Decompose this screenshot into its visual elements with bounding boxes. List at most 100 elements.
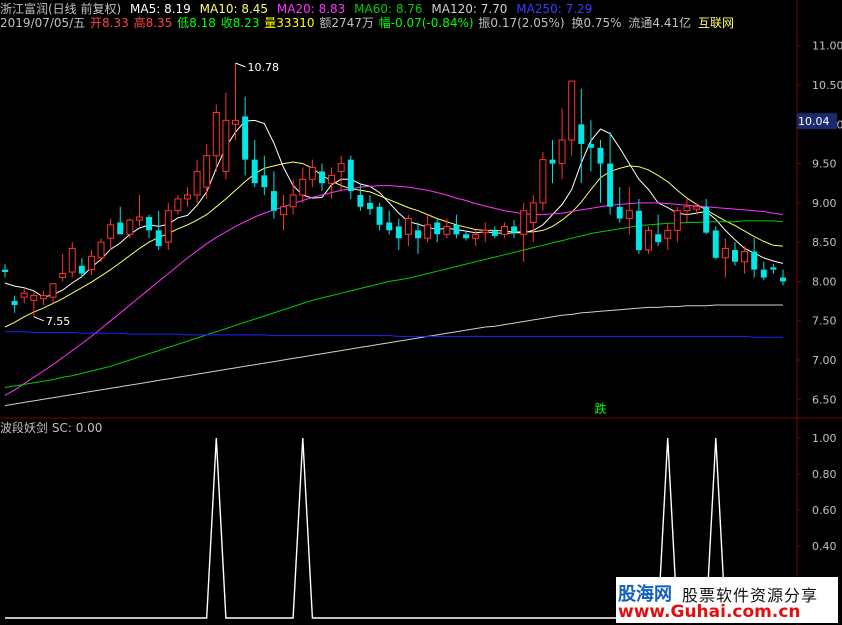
candle-body <box>49 283 57 298</box>
candle-body <box>463 234 470 239</box>
candle-body <box>30 295 38 301</box>
ma60-label: MA60: 8.76 <box>354 2 423 16</box>
current-price-label: 10.04 <box>798 115 830 128</box>
indicator-name: 波段妖剑 <box>0 421 49 435</box>
candle-body <box>280 206 288 216</box>
candle-body <box>78 265 85 274</box>
candle-body <box>520 210 528 235</box>
candle-body <box>558 139 566 165</box>
candle-body <box>404 218 412 235</box>
watermark-url: www.Guhai.com.cn <box>618 602 801 622</box>
candle-body <box>741 251 749 263</box>
candle-body <box>443 225 451 235</box>
volume-label: 量33310 <box>264 16 315 30</box>
candle-body <box>232 119 239 125</box>
amplitude-label: 振0.17(2.05%) <box>478 16 565 30</box>
watermark: 股海网 股票软件资源分享 www.Guhai.com.cn <box>616 577 838 623</box>
y-tick-label: 8.00 <box>812 275 837 288</box>
indicator-value: SC: 0.00 <box>51 421 103 435</box>
candle-body <box>568 80 576 141</box>
ma250-label: MA250: 7.29 <box>516 2 593 16</box>
amount-label: 额2747万 <box>319 16 374 30</box>
candle-body <box>251 159 258 184</box>
close-label: 收8.23 <box>220 16 260 30</box>
y-tick-label: 7.00 <box>812 354 837 367</box>
candle-body <box>683 206 691 212</box>
candle-body <box>242 116 249 160</box>
candle-body <box>328 174 336 184</box>
y-tick-label: 11.00 <box>812 40 842 53</box>
y-tick-label: 10.50 <box>812 79 842 92</box>
turnover-label: 换0.75% <box>571 16 622 30</box>
candle-body <box>491 230 498 236</box>
candle-body <box>146 217 153 231</box>
candle-body <box>434 222 441 235</box>
candle-body <box>357 195 364 207</box>
candle-body <box>539 159 547 204</box>
indicator-tick-label: 0.40 <box>812 540 837 553</box>
candle-body <box>59 273 67 279</box>
candle-body <box>386 222 393 231</box>
candle-body <box>212 112 220 157</box>
candle-body <box>578 124 585 144</box>
candle-body <box>318 171 325 184</box>
candle-body <box>11 301 18 305</box>
indicator-tick-label: 1.00 <box>812 432 837 445</box>
candle-body <box>721 247 729 259</box>
candle-body <box>117 222 124 235</box>
header-row-2: 2019/07/05/五 开8.33 高8.35 低8.18 收8.23 量33… <box>0 16 739 30</box>
candle-body <box>222 119 230 172</box>
candle <box>97 238 105 262</box>
candle-body <box>529 202 537 224</box>
candle-body <box>760 269 767 278</box>
indicator-tick-label: 0.80 <box>812 468 837 481</box>
low-label: 低8.18 <box>177 16 216 30</box>
indicator-tick-label: 0.60 <box>812 504 837 517</box>
candle-body <box>607 163 614 207</box>
y-tick-label: 9.50 <box>812 158 837 171</box>
candle-body <box>261 175 268 188</box>
y-tick-label: 6.50 <box>812 393 837 406</box>
candle-body <box>625 210 633 220</box>
candle-body <box>500 225 508 235</box>
y-tick-label: 7.50 <box>812 315 837 328</box>
ma120-label: MA120: 7.70 <box>431 2 508 16</box>
candle-body <box>415 230 421 239</box>
candle-body <box>174 198 182 212</box>
candle-body <box>376 206 383 225</box>
kline-chart[interactable]: 11.0010.5010.009.509.008.508.007.507.006… <box>0 0 842 625</box>
candle-body <box>616 206 623 219</box>
candle-body <box>87 255 95 271</box>
high-label: 高8.35 <box>133 16 173 30</box>
background <box>0 0 842 625</box>
candle-body <box>155 230 162 247</box>
candle-body <box>193 170 201 196</box>
candle-body <box>20 292 28 298</box>
candle-body <box>472 233 480 239</box>
candle-body <box>645 229 653 251</box>
header-row-1: 浙江富润(日线 前复权) MA5: 8.19 MA10: 8.45 MA20: … <box>0 2 597 16</box>
candle-body <box>481 229 489 234</box>
candle-body <box>664 229 672 239</box>
candle <box>712 226 719 260</box>
candle-body <box>289 194 297 208</box>
candle <box>539 151 547 211</box>
candle-body <box>367 202 373 210</box>
candle-body <box>270 191 277 211</box>
low-annotation: 7.55 <box>46 315 71 328</box>
date-label: 2019/07/05/五 <box>0 16 86 30</box>
ma10-label: MA10: 8.45 <box>199 2 269 16</box>
candle-body <box>511 226 518 233</box>
candle-body <box>673 210 681 231</box>
candle-body <box>39 295 47 300</box>
concept-label[interactable]: 互联网 <box>698 16 734 30</box>
candle-body <box>635 210 642 250</box>
candle-body <box>424 224 432 239</box>
candle-body <box>770 267 777 270</box>
candle-body <box>347 159 354 192</box>
candle-body <box>107 224 115 239</box>
candle-body <box>135 216 143 221</box>
ma20-label: MA20: 8.83 <box>276 2 346 16</box>
candle-body <box>184 194 191 200</box>
candle-body <box>712 230 719 258</box>
